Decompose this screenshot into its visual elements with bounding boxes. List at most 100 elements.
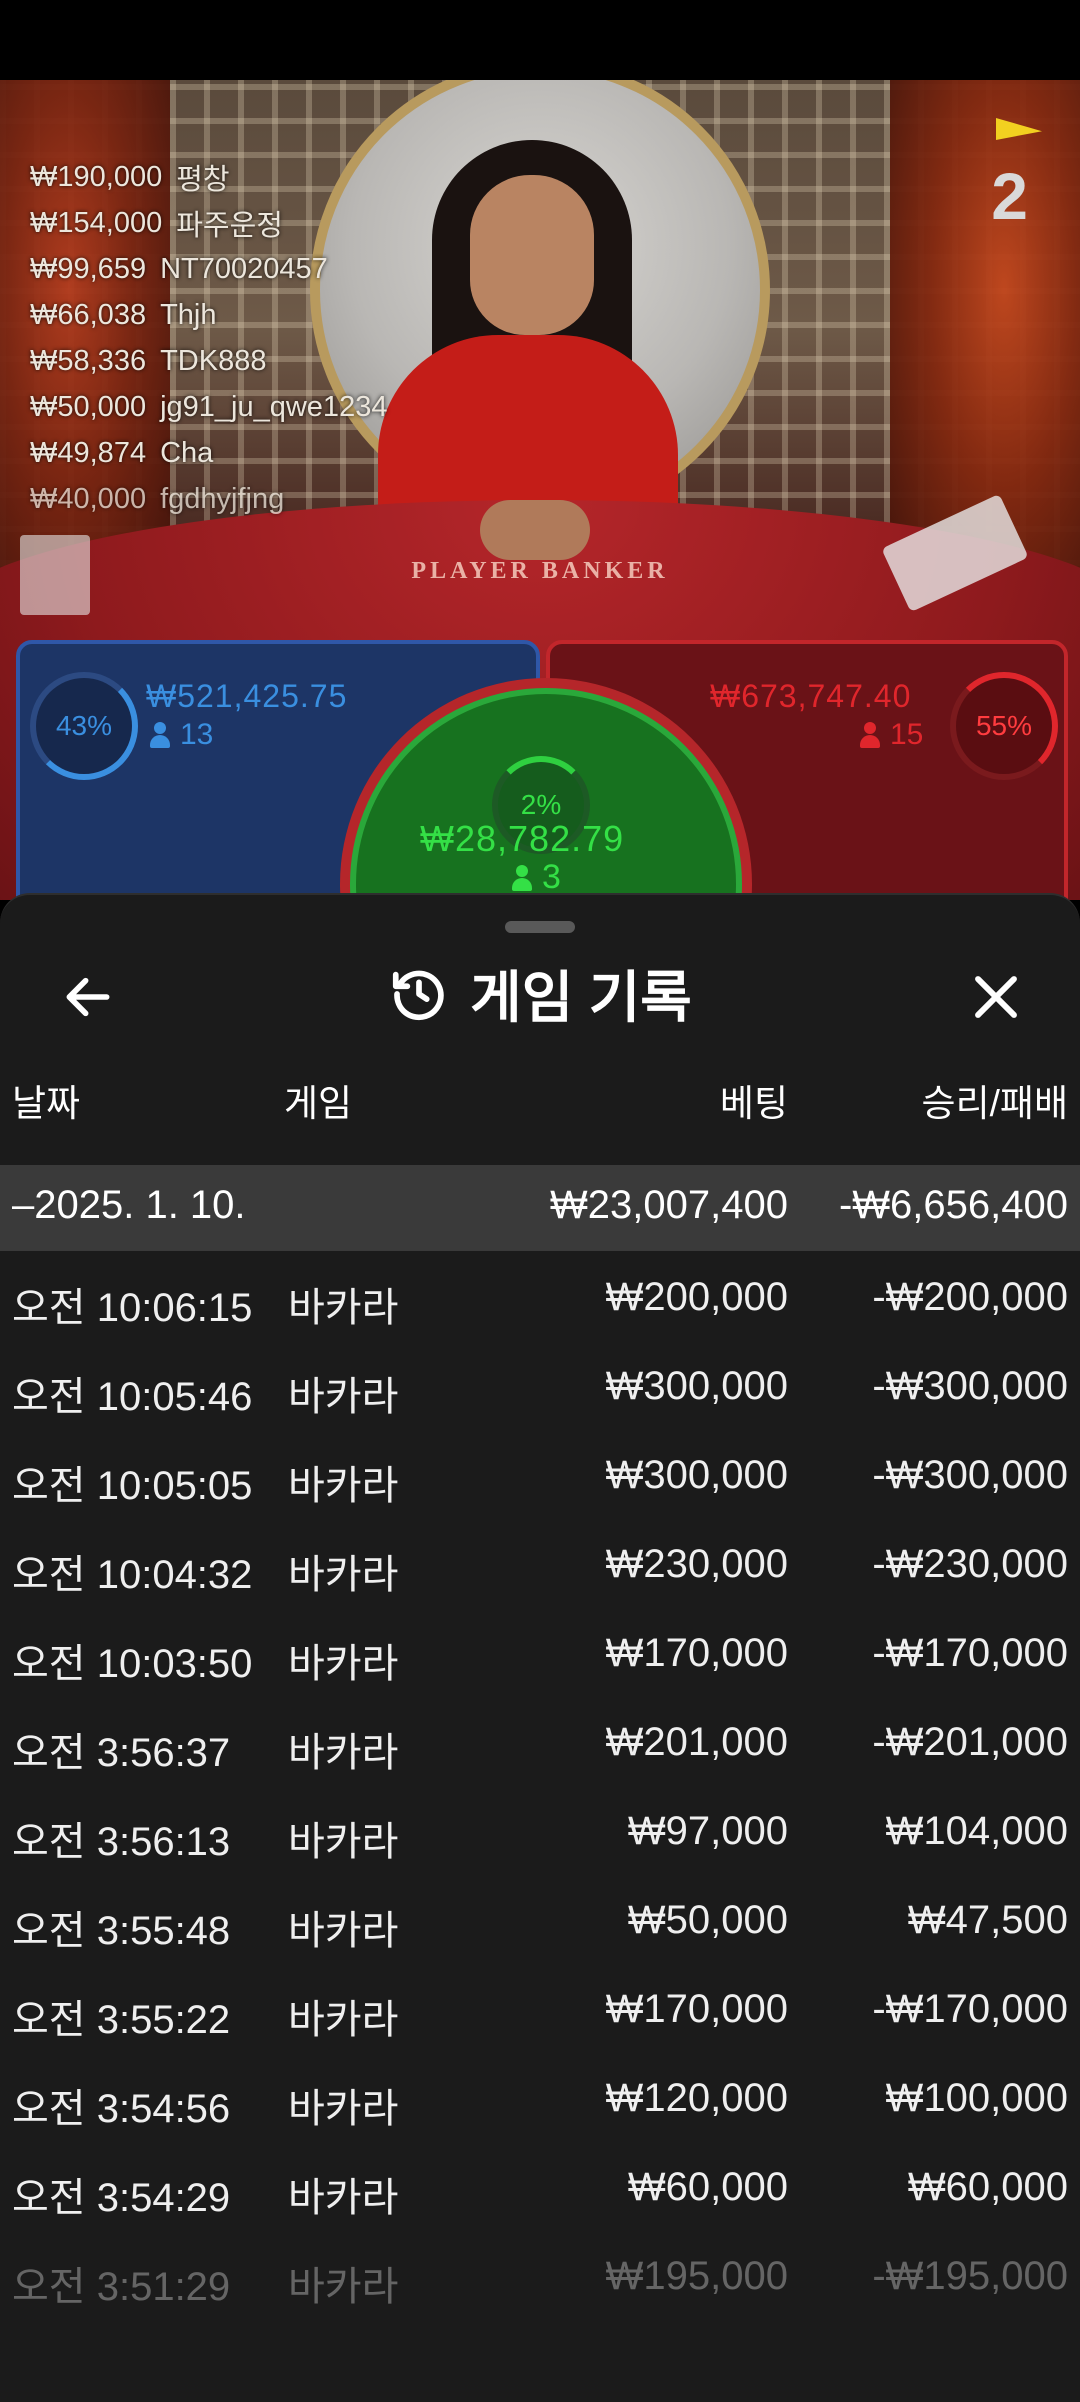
leader-amount: ₩66,038 <box>30 298 147 331</box>
row-time: 오전 3:51:29 <box>12 2265 231 2309</box>
row-game: 바카라 <box>288 1464 399 1508</box>
sheet-title: 게임 기록 <box>0 953 1080 1034</box>
leader-amount: ₩49,874 <box>30 436 147 469</box>
player-count: 13 <box>150 718 213 752</box>
card-stack <box>20 535 90 615</box>
row-result: -₩170,000 <box>872 1631 1068 1675</box>
leader-name: NT70020457 <box>160 252 328 285</box>
date-group-label: –2025. 1. 10. <box>12 1183 246 1227</box>
history-row[interactable]: 오전 10:03:50 바카라 ₩170,000 -₩170,000 <box>0 1607 1080 1696</box>
banker-total: ₩673,747.40 <box>710 678 912 714</box>
column-header-game: 게임 <box>284 1083 353 1124</box>
column-headers: 날짜 게임 베팅 승리/패배 <box>0 1073 1080 1133</box>
title-text: 게임 기록 <box>470 966 692 1029</box>
history-row[interactable]: 오전 3:54:29 바카라 ₩60,000 ₩60,000 <box>0 2141 1080 2230</box>
row-game: 바카라 <box>288 1998 399 2042</box>
row-bet: ₩50,000 <box>627 1898 788 1942</box>
history-row[interactable]: 오전 3:51:29 바카라 ₩195,000 -₩195,000 <box>0 2230 1080 2319</box>
drag-handle[interactable] <box>505 921 575 933</box>
history-row[interactable]: 오전 3:55:48 바카라 ₩50,000 ₩47,500 <box>0 1874 1080 1963</box>
row-result: -₩230,000 <box>872 1542 1068 1586</box>
row-game: 바카라 <box>288 1375 399 1419</box>
leader-row: ₩190,000 평창 <box>30 154 387 200</box>
game-history-sheet: 게임 기록 날짜 게임 베팅 승리/패배 –2025. 1. 10. ₩23,0… <box>0 893 1080 2402</box>
row-time: 오전 3:56:13 <box>12 1820 231 1864</box>
leader-name: 파주운정 <box>176 210 283 242</box>
dealer-face <box>470 175 594 335</box>
tie-count: 3 <box>512 858 561 897</box>
status-bar <box>0 0 1080 80</box>
row-bet: ₩120,000 <box>605 2076 788 2120</box>
row-game: 바카라 <box>288 1731 399 1775</box>
close-button[interactable] <box>956 957 1036 1037</box>
person-icon <box>512 864 532 891</box>
leader-amount: ₩99,659 <box>30 252 147 285</box>
winners-leaderboard: ₩190,000 평창 ₩154,000 파주운정 ₩99,659 NT7002… <box>30 154 387 522</box>
leader-row: ₩154,000 파주운정 <box>30 200 387 246</box>
row-bet: ₩97,000 <box>627 1809 788 1853</box>
history-list: 오전 10:06:15 바카라 ₩200,000 -₩200,000 오전 10… <box>0 1251 1080 2319</box>
leader-name: jg91_ju_qwe1234 <box>160 390 388 423</box>
row-time: 오전 10:06:15 <box>12 1286 253 1330</box>
row-game: 바카라 <box>288 1820 399 1864</box>
leader-name: Cha <box>160 436 214 469</box>
player-total: ₩521,425.75 <box>146 678 348 714</box>
round-number: 2 <box>991 159 1028 233</box>
row-time: 오전 10:03:50 <box>12 1642 253 1686</box>
history-row[interactable]: 오전 10:04:32 바카라 ₩230,000 -₩230,000 <box>0 1518 1080 1607</box>
dealer-hands <box>480 500 590 560</box>
row-game: 바카라 <box>288 1642 399 1686</box>
row-time: 오전 3:54:29 <box>12 2176 231 2220</box>
sheet-header: 게임 기록 <box>0 945 1080 1035</box>
row-time: 오전 3:56:37 <box>12 1731 231 1775</box>
leader-amount: ₩50,000 <box>30 390 147 423</box>
row-result: ₩104,000 <box>885 1809 1068 1853</box>
row-game: 바카라 <box>288 1553 399 1597</box>
row-game: 바카라 <box>288 1909 399 1953</box>
date-group-result: -₩6,656,400 <box>838 1183 1068 1227</box>
history-row[interactable]: 오전 3:56:37 바카라 ₩201,000 -₩201,000 <box>0 1696 1080 1785</box>
row-result: ₩60,000 <box>907 2165 1068 2209</box>
live-video[interactable]: PLAYER BANKER 2 ₩190,000 평창 ₩154,000 파주운… <box>0 80 1080 900</box>
banker-count: 15 <box>860 718 923 752</box>
history-row[interactable]: 오전 3:55:22 바카라 ₩170,000 -₩170,000 <box>0 1963 1080 2052</box>
banker-percent-ring: 55% <box>950 672 1058 780</box>
person-icon <box>860 722 880 748</box>
row-result: -₩300,000 <box>872 1453 1068 1497</box>
leader-row: ₩50,000 jg91_ju_qwe1234 <box>30 384 387 430</box>
date-group-row[interactable]: –2025. 1. 10. ₩23,007,400 -₩6,656,400 <box>0 1165 1080 1251</box>
close-icon <box>975 976 1017 1018</box>
row-result: -₩170,000 <box>872 1987 1068 2031</box>
history-row[interactable]: 오전 10:06:15 바카라 ₩200,000 -₩200,000 <box>0 1251 1080 1340</box>
history-row[interactable]: 오전 3:54:56 바카라 ₩120,000 ₩100,000 <box>0 2052 1080 2141</box>
row-game: 바카라 <box>288 2176 399 2220</box>
row-bet: ₩170,000 <box>605 1631 788 1675</box>
leader-row: ₩58,336 TDK888 <box>30 338 387 384</box>
row-result: -₩201,000 <box>872 1720 1068 1764</box>
row-result: -₩300,000 <box>872 1364 1068 1408</box>
leader-amount: ₩58,336 <box>30 344 147 377</box>
row-time: 오전 10:05:05 <box>12 1464 253 1508</box>
row-bet: ₩195,000 <box>605 2254 788 2298</box>
history-row[interactable]: 오전 10:05:46 바카라 ₩300,000 -₩300,000 <box>0 1340 1080 1429</box>
history-row[interactable]: 오전 3:56:13 바카라 ₩97,000 ₩104,000 <box>0 1785 1080 1874</box>
row-time: 오전 10:05:46 <box>12 1375 253 1419</box>
history-row[interactable]: 오전 10:05:05 바카라 ₩300,000 -₩300,000 <box>0 1429 1080 1518</box>
banker-percent: 55% <box>975 710 1033 741</box>
leader-name: Thjh <box>160 298 217 331</box>
leader-row: ₩99,659 NT70020457 <box>30 246 387 292</box>
column-header-bet: 베팅 <box>719 1083 788 1124</box>
leader-amount: ₩154,000 <box>30 206 163 239</box>
row-result: -₩200,000 <box>872 1275 1068 1319</box>
player-percent: 43% <box>55 710 113 741</box>
row-result: ₩100,000 <box>885 2076 1068 2120</box>
row-bet: ₩60,000 <box>627 2165 788 2209</box>
row-game: 바카라 <box>288 2087 399 2131</box>
leader-name: 평창 <box>176 164 230 196</box>
history-icon <box>393 970 444 1020</box>
leader-amount: ₩190,000 <box>30 160 163 193</box>
leader-row: ₩40,000 fgdhyjfjng <box>30 476 387 522</box>
row-bet: ₩201,000 <box>605 1720 788 1764</box>
person-icon <box>150 722 170 748</box>
tie-percent: 2% <box>520 789 562 820</box>
